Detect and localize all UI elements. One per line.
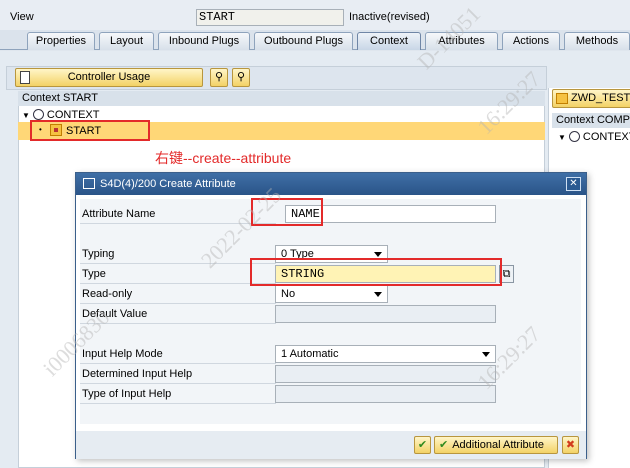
binoculars-plus-icon: ⚲ xyxy=(236,71,246,83)
additional-attribute-label: Additional Attribute xyxy=(452,439,544,451)
tab-bar: Properties Layout Inbound Plugs Outbound… xyxy=(0,30,630,50)
input-help-mode-label: Input Help Mode xyxy=(80,345,276,364)
type-highlight-box xyxy=(250,258,502,286)
find-next-button[interactable]: ⚲ xyxy=(232,68,250,87)
typing-label: Typing xyxy=(80,245,276,264)
input-help-mode-select[interactable]: 1 Automatic xyxy=(275,345,496,363)
component-tree-node-context[interactable]: ▼ CONTEXT xyxy=(558,131,630,143)
dialog-title: S4D(4)/200 Create Attribute xyxy=(100,178,236,190)
tab-inbound-plugs[interactable]: Inbound Plugs xyxy=(158,32,250,50)
dialog-close-button[interactable]: ✕ xyxy=(566,177,581,191)
read-only-select[interactable]: No xyxy=(275,285,388,303)
default-value-label: Default Value xyxy=(80,305,276,324)
cancel-icon: ✖ xyxy=(565,439,576,451)
view-status: Inactive(revised) xyxy=(349,11,430,23)
component-tree-node-label: CONTEXT xyxy=(582,131,630,143)
component-icon xyxy=(556,93,568,104)
attribute-name-label: Attribute Name xyxy=(80,205,276,224)
read-only-label: Read-only xyxy=(80,285,276,304)
confirm-button[interactable]: ✔ xyxy=(414,436,431,454)
tab-methods[interactable]: Methods xyxy=(564,32,630,50)
controller-usage-label: Controller Usage xyxy=(67,71,151,83)
name-highlight-box xyxy=(251,198,323,226)
determined-input-help-label: Determined Input Help xyxy=(80,365,276,384)
type-label: Type xyxy=(80,265,276,284)
value-help-icon: ⧉ xyxy=(502,268,511,280)
dialog-footer: ✔ ✔ Additional Attribute ✖ xyxy=(76,431,586,459)
start-highlight-box xyxy=(30,120,150,141)
component-usage-button[interactable]: ZWD_TEST_ xyxy=(552,89,630,108)
component-context-header: Context COMPO xyxy=(552,113,630,128)
determined-input-help-input[interactable] xyxy=(275,365,496,383)
view-name-field[interactable]: START xyxy=(196,9,344,26)
context-node-icon xyxy=(568,131,580,142)
dialog-form: Attribute Name NAME Typing 0 Type Type S… xyxy=(80,199,581,424)
dialog-title-bar: S4D(4)/200 Create Attribute ✕ xyxy=(76,173,586,195)
cancel-button[interactable]: ✖ xyxy=(562,436,579,454)
tab-actions[interactable]: Actions xyxy=(502,32,560,50)
context-node-icon xyxy=(32,109,44,120)
tab-attributes[interactable]: Attributes xyxy=(425,32,498,50)
expand-arrow-icon[interactable]: ▼ xyxy=(558,133,566,142)
create-attribute-dialog: S4D(4)/200 Create Attribute ✕ Attribute … xyxy=(75,172,587,459)
expand-arrow-icon[interactable]: ▼ xyxy=(22,111,30,120)
tab-context[interactable]: Context xyxy=(357,32,421,50)
tab-layout[interactable]: Layout xyxy=(99,32,154,50)
document-icon xyxy=(20,71,30,84)
tab-outbound-plugs[interactable]: Outbound Plugs xyxy=(254,32,353,50)
view-label: View xyxy=(10,11,34,23)
default-value-input[interactable] xyxy=(275,305,496,323)
type-of-input-help-input[interactable] xyxy=(275,385,496,403)
find-button[interactable]: ⚲ xyxy=(210,68,228,87)
tab-properties[interactable]: Properties xyxy=(27,32,95,50)
context-panel-header: Context START xyxy=(18,91,545,106)
dialog-window-icon xyxy=(83,178,95,189)
checkmark-icon: ✔ xyxy=(439,439,449,451)
checkmark-icon: ✔ xyxy=(417,439,428,451)
additional-attribute-button[interactable]: ✔ Additional Attribute xyxy=(434,436,558,454)
component-usage-label: ZWD_TEST_ xyxy=(571,92,630,104)
controller-usage-button[interactable]: Controller Usage xyxy=(15,68,203,87)
binoculars-icon: ⚲ xyxy=(214,71,224,83)
type-of-input-help-label: Type of Input Help xyxy=(80,385,276,404)
annotation-text: 右键--create--attribute xyxy=(155,150,292,166)
